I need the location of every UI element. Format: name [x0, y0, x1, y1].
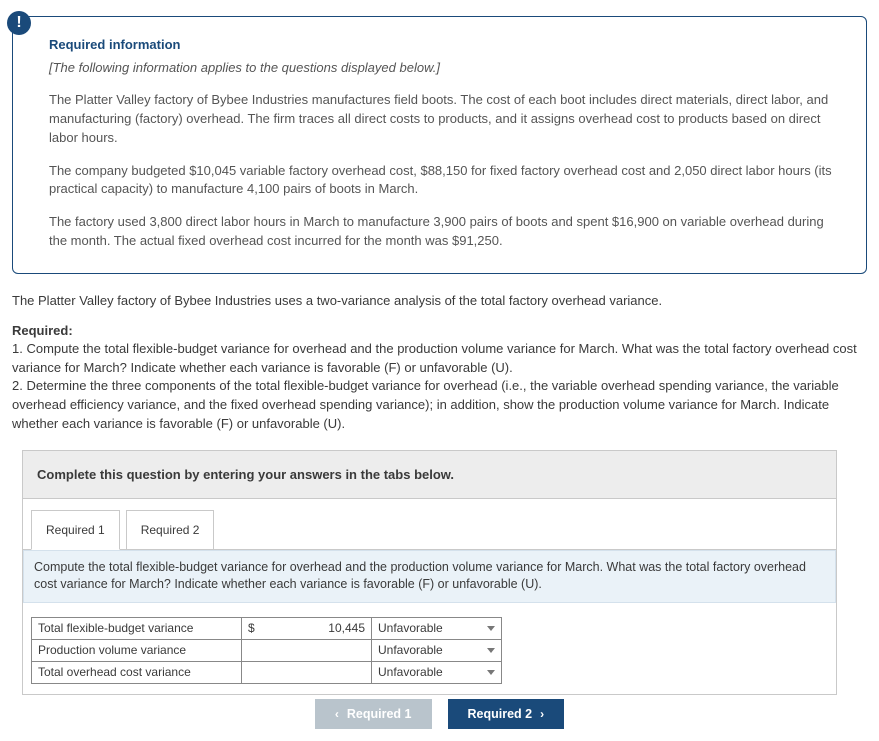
- info-paragraph: The Platter Valley factory of Bybee Indu…: [49, 91, 838, 148]
- amount-input[interactable]: [242, 661, 372, 683]
- row-label: Total overhead cost variance: [32, 661, 242, 683]
- answer-container: Complete this question by entering your …: [22, 450, 837, 695]
- currency-symbol: $: [248, 621, 255, 635]
- table-row: Production volume variance Unfavorable: [32, 639, 502, 661]
- chevron-left-icon: ‹: [335, 707, 339, 721]
- chevron-right-icon: ›: [540, 707, 544, 721]
- tab-instruction: Compute the total flexible-budget varian…: [23, 550, 836, 603]
- tabs-row: Required 1 Required 2: [23, 499, 836, 549]
- prev-button-label: Required 1: [347, 707, 412, 721]
- tab-required-1[interactable]: Required 1: [31, 510, 120, 550]
- next-button-label: Required 2: [468, 707, 533, 721]
- info-paragraph: The factory used 3,800 direct labor hour…: [49, 213, 838, 251]
- required-list: 1. Compute the total flexible-budget var…: [12, 340, 867, 434]
- required-item: 2. Determine the three components of the…: [12, 377, 867, 434]
- prev-button[interactable]: ‹ Required 1: [315, 699, 432, 729]
- table-row: Total flexible-budget variance $ 10,445 …: [32, 617, 502, 639]
- tab-content: Compute the total flexible-budget varian…: [23, 549, 836, 684]
- required-information-card: ! Required information [The following in…: [12, 16, 867, 274]
- amount-input[interactable]: [242, 639, 372, 661]
- tab-required-2[interactable]: Required 2: [126, 510, 215, 550]
- table-row: Total overhead cost variance Unfavorable: [32, 661, 502, 683]
- row-label: Production volume variance: [32, 639, 242, 661]
- amount-input[interactable]: $ 10,445: [242, 617, 372, 639]
- info-paragraph: The company budgeted $10,045 variable fa…: [49, 162, 838, 200]
- alert-icon: !: [7, 11, 31, 35]
- amount-value: 10,445: [328, 621, 365, 635]
- favorability-select[interactable]: Unfavorable: [372, 617, 502, 639]
- question-intro: The Platter Valley factory of Bybee Indu…: [12, 292, 867, 311]
- favorability-select[interactable]: Unfavorable: [372, 639, 502, 661]
- variance-table: Total flexible-budget variance $ 10,445 …: [31, 617, 502, 684]
- next-button[interactable]: Required 2 ›: [448, 699, 565, 729]
- required-item: 1. Compute the total flexible-budget var…: [12, 340, 867, 378]
- required-label: Required:: [12, 323, 867, 338]
- row-label: Total flexible-budget variance: [32, 617, 242, 639]
- answer-header: Complete this question by entering your …: [23, 451, 836, 499]
- favorability-select[interactable]: Unfavorable: [372, 661, 502, 683]
- info-subtitle: [The following information applies to th…: [49, 60, 838, 75]
- info-title: Required information: [49, 37, 838, 52]
